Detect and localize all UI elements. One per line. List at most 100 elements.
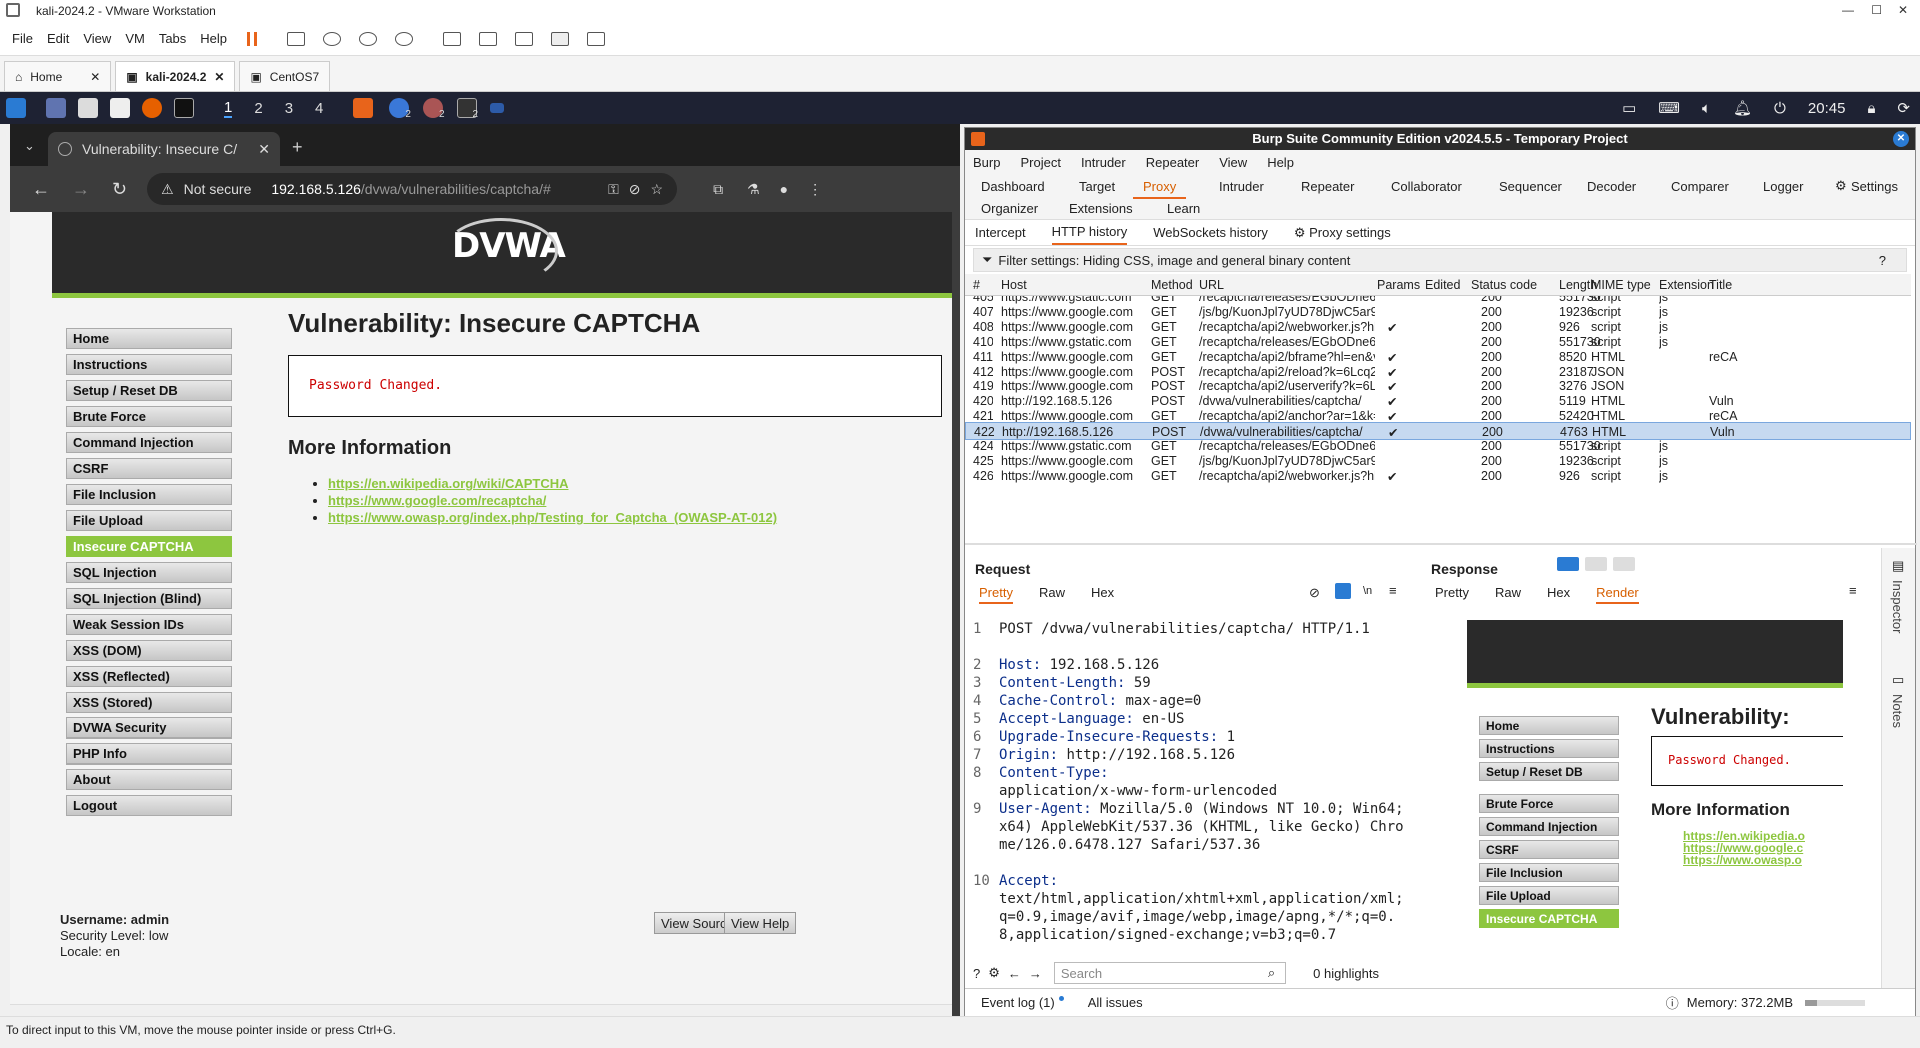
proxy-settings-button[interactable]: ⚙ Proxy settings [1294, 225, 1391, 241]
request-tab-hex[interactable]: Hex [1091, 585, 1114, 604]
menu-item-about[interactable]: About [66, 769, 232, 790]
tab-comparer[interactable]: Comparer [1671, 176, 1729, 197]
burp-menu-item[interactable]: Repeater [1146, 155, 1199, 170]
help-icon[interactable]: ? [1879, 253, 1886, 268]
show-desktop-icon[interactable] [46, 98, 66, 118]
menu-item-csrf[interactable]: CSRF [1479, 840, 1619, 859]
menu-item-php-info[interactable]: PHP Info [66, 743, 232, 764]
request-tab-raw[interactable]: Raw [1039, 585, 1065, 604]
profile-icon[interactable]: ● [780, 181, 788, 197]
tab-proxy[interactable]: Proxy [1133, 176, 1187, 199]
display-icon[interactable]: ▭ [1622, 99, 1636, 117]
back-icon[interactable]: ← [32, 179, 50, 200]
gear-icon[interactable]: ⚙ [1835, 178, 1847, 194]
burp-icon[interactable] [353, 98, 374, 118]
response-tab-hex[interactable]: Hex [1547, 585, 1570, 604]
menu-item-setup-reset-db[interactable]: Setup / Reset DB [1479, 762, 1619, 781]
labs-icon[interactable]: ⚗ [747, 181, 760, 198]
hide-nonprintable-icon[interactable]: ⊘ [1309, 585, 1320, 601]
burp-menu-item[interactable]: Burp [973, 155, 1000, 170]
forward-icon[interactable]: → [72, 179, 90, 200]
menu-item-sql-injection-blind-[interactable]: SQL Injection (Blind) [66, 588, 232, 609]
tab-learn[interactable]: Learn [1167, 198, 1200, 219]
notes-tab[interactable]: Notes [1890, 694, 1905, 728]
menu-file[interactable]: File [12, 31, 33, 46]
column-header[interactable]: URL [1199, 278, 1375, 292]
menu-item-insecure-captcha[interactable]: Insecure CAPTCHA [1479, 909, 1619, 928]
tab-repeater[interactable]: Repeater [1301, 176, 1354, 197]
event-log[interactable]: Event log (1) [981, 995, 1055, 1010]
workspace-2[interactable]: 2 [254, 100, 262, 117]
menu-item-command-injection[interactable]: Command Injection [1479, 817, 1619, 836]
browser-menu-icon[interactable]: ⋮ [808, 181, 822, 198]
tab-logger[interactable]: Logger [1763, 176, 1803, 197]
menu-item-brute-force[interactable]: Brute Force [66, 406, 232, 427]
vm-tab-home[interactable]: ⌂ Home ✕ [4, 61, 112, 91]
menu-edit[interactable]: Edit [47, 31, 69, 46]
menu-item-home[interactable]: Home [66, 328, 232, 349]
menu-item-dvwa-security[interactable]: DVWA Security [66, 717, 232, 738]
key-icon[interactable]: ⚿ [608, 181, 619, 198]
tab-decoder[interactable]: Decoder [1587, 176, 1636, 197]
snapshot-icon[interactable] [323, 31, 342, 46]
reload-icon[interactable]: ↻ [112, 179, 127, 200]
next-icon[interactable]: → [1029, 966, 1042, 981]
menu-item-setup-reset-db[interactable]: Setup / Reset DB [66, 380, 232, 401]
menu-item-file-upload[interactable]: File Upload [1479, 886, 1619, 905]
column-header[interactable]: # [973, 278, 993, 292]
tab-intruder[interactable]: Intruder [1219, 176, 1264, 197]
menu-item-insecure-captcha[interactable]: Insecure CAPTCHA [66, 536, 232, 557]
filter-bar[interactable]: ⏷ Filter settings: Hiding CSS, image and… [973, 248, 1907, 272]
burp-menu-item[interactable]: View [1219, 155, 1247, 170]
thumbnail-icon[interactable] [479, 31, 498, 46]
workspace-3[interactable]: 3 [285, 100, 293, 117]
pause-icon[interactable] [247, 31, 258, 46]
tab-target[interactable]: Target [1079, 176, 1115, 197]
menu-item-instructions[interactable]: Instructions [1479, 739, 1619, 758]
tab-organizer[interactable]: Organizer [981, 198, 1038, 219]
vm-tab-centos[interactable]: ▣ CentOS7 [239, 61, 331, 91]
logout-icon[interactable]: ⟳ [1897, 99, 1910, 117]
newline-icon[interactable]: \n [1363, 585, 1372, 597]
render-link[interactable]: https://www.owasp.o [1683, 854, 1805, 866]
column-header[interactable]: Status code [1471, 278, 1555, 292]
response-tab-pretty[interactable]: Pretty [1435, 585, 1469, 604]
send-ctrl-alt-del-icon[interactable] [287, 31, 306, 46]
menu-item-file-inclusion[interactable]: File Inclusion [66, 484, 232, 505]
response-tab-raw[interactable]: Raw [1495, 585, 1521, 604]
column-header[interactable]: MIME type [1591, 278, 1657, 292]
response-tab-render[interactable]: Render [1596, 585, 1639, 604]
tab-extensions[interactable]: Extensions [1069, 198, 1133, 219]
request-tab-pretty[interactable]: Pretty [979, 585, 1013, 604]
notification-icon[interactable]: 🔔︎ [1733, 99, 1752, 117]
column-header[interactable]: Extension [1659, 278, 1715, 292]
file-manager-icon[interactable] [78, 98, 98, 118]
workspace-4[interactable]: 4 [315, 100, 323, 117]
gear-icon[interactable]: ⚙ [988, 965, 1000, 981]
tab-dashboard[interactable]: Dashboard [981, 176, 1045, 197]
request-editor[interactable]: 1 POST /dvwa/vulnerabilities/captcha/ HTT… [965, 620, 1417, 956]
tab-intercept[interactable]: Intercept [975, 225, 1026, 240]
column-header[interactable]: Params [1377, 278, 1421, 292]
tab-sequencer[interactable]: Sequencer [1499, 176, 1562, 197]
menu-item-sql-injection[interactable]: SQL Injection [66, 562, 232, 583]
menu-view[interactable]: View [83, 31, 111, 46]
lock-icon[interactable]: 🔒︎ [1867, 100, 1875, 117]
hide-icon[interactable]: ⊘ [629, 181, 641, 198]
info-link[interactable]: https://www.owasp.org/index.php/Testing_… [328, 510, 777, 525]
column-header[interactable]: Host [1001, 278, 1149, 292]
snapshot-manager-icon[interactable] [395, 31, 414, 46]
workspace-preview-icon[interactable] [490, 103, 505, 113]
tab-http-history[interactable]: HTTP history [1051, 220, 1128, 245]
terminal-icon[interactable] [174, 98, 194, 118]
info-link[interactable]: https://www.google.com/recaptcha/ [328, 493, 546, 508]
power-icon[interactable]: ⏻ [1774, 100, 1786, 117]
close-icon[interactable]: ✕ [214, 70, 224, 84]
menu-item-xss-reflected-[interactable]: XSS (Reflected) [66, 666, 232, 687]
inspector-tab[interactable]: Inspector [1890, 580, 1905, 633]
vm-tab-kali[interactable]: ▣ kali-2024.2 ✕ [115, 61, 236, 91]
menu-help[interactable]: Help [200, 31, 227, 46]
table-row[interactable]: 426 https://www.google.com GET/recaptcha/a… [965, 467, 1911, 485]
kali-menu-icon[interactable] [6, 98, 26, 118]
menu-item-instructions[interactable]: Instructions [66, 354, 232, 375]
